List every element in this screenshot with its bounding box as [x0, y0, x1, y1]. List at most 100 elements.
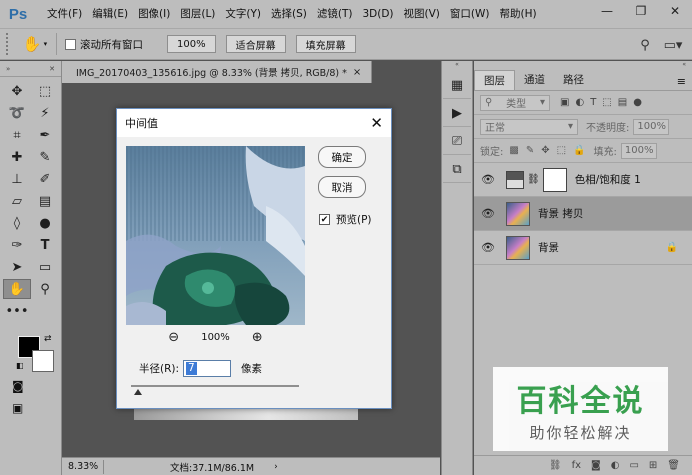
type-filter-icon[interactable]: T [590, 97, 596, 108]
blend-mode-select[interactable]: 正常 ▾ [480, 118, 578, 135]
lock-transparency-icon[interactable]: ▩ [509, 145, 518, 156]
tab-channels[interactable]: 通道 [515, 70, 554, 90]
crop-tool-icon[interactable]: ⌗ [3, 125, 31, 145]
menu-image[interactable]: 图像(I) [133, 0, 175, 28]
shape-tool-icon[interactable]: ▭ [31, 257, 59, 277]
layer-background-copy[interactable]: 👁 背景 拷贝 [474, 197, 692, 231]
close-button[interactable]: ✕ [658, 0, 692, 22]
trash-icon[interactable]: 🗑 [667, 460, 680, 471]
close-tab-icon[interactable]: × [353, 67, 361, 78]
path-select-tool-icon[interactable]: ➤ [3, 257, 31, 277]
gradient-tool-icon[interactable]: ▤ [31, 191, 59, 211]
type-tool-icon[interactable]: T [31, 235, 59, 255]
adjustment-filter-icon[interactable]: ◐ [575, 97, 584, 108]
magic-wand-tool-icon[interactable]: ⚡ [31, 103, 59, 123]
filter-kind-select[interactable]: ⚲ 类型 ▾ [480, 94, 550, 111]
tab-layers[interactable]: 图层 [474, 70, 515, 90]
background-color-swatch[interactable] [32, 350, 54, 372]
group-icon[interactable]: ▭ [629, 460, 638, 471]
lock-all-icon[interactable]: 🔒 [573, 145, 585, 156]
pen-tool-icon[interactable]: ✑ [3, 235, 31, 255]
healing-brush-tool-icon[interactable]: ✚ [3, 147, 31, 167]
minimize-button[interactable]: — [590, 0, 624, 22]
opacity-value[interactable]: 100% [633, 118, 670, 135]
menu-filter[interactable]: 滤镜(T) [312, 0, 358, 28]
fill-screen-button[interactable]: 填充屏幕 [295, 35, 356, 53]
dock-grip[interactable]: « [442, 61, 472, 71]
lock-position-icon[interactable]: ✥ [541, 145, 549, 156]
properties-panel-icon[interactable]: ⧉ [443, 157, 471, 183]
new-layer-icon[interactable]: ⊞ [649, 460, 657, 471]
status-zoom[interactable]: 8.33% [62, 459, 104, 474]
lock-artboard-icon[interactable]: ⬚ [557, 145, 566, 156]
marquee-tool-icon[interactable]: ⬚ [31, 81, 59, 101]
fill-value[interactable]: 100% [620, 142, 657, 159]
lock-pixels-icon[interactable]: ✎ [526, 145, 534, 156]
cancel-button[interactable]: 取消 [318, 176, 366, 198]
menu-window[interactable]: 窗口(W) [445, 0, 495, 28]
radius-slider-thumb[interactable] [134, 389, 142, 395]
hand-tool-icon[interactable]: ✋ [3, 279, 31, 299]
zoom-100-button[interactable]: 100% [167, 35, 216, 53]
preview-checkbox-row[interactable]: ✔ 预览(P) [319, 212, 372, 227]
filter-preview[interactable] [126, 146, 305, 325]
lasso-tool-icon[interactable]: ➰ [3, 103, 31, 123]
menu-view[interactable]: 视图(V) [399, 0, 445, 28]
menu-edit[interactable]: 编辑(E) [87, 0, 133, 28]
search-icon[interactable]: ⚲ [634, 34, 656, 56]
filter-toggle-icon[interactable]: ● [633, 97, 642, 108]
scroll-all-checkbox[interactable] [65, 38, 76, 50]
eye-icon[interactable]: 👁 [474, 173, 502, 186]
link-layers-icon[interactable]: ⛓ [549, 460, 562, 471]
fit-screen-button[interactable]: 适合屏幕 [225, 35, 286, 53]
menu-layer[interactable]: 图层(L) [175, 0, 220, 28]
layer-mask-thumbnail[interactable] [542, 167, 567, 192]
eraser-tool-icon[interactable]: ▱ [3, 191, 31, 211]
options-grip[interactable] [6, 33, 12, 55]
info-panel-icon[interactable]: ⎚ [443, 129, 471, 155]
eyedropper-tool-icon[interactable]: ✒ [31, 125, 59, 145]
menu-select[interactable]: 选择(S) [266, 0, 312, 28]
dodge-tool-icon[interactable]: ● [31, 213, 59, 233]
collapse-icon[interactable]: » [6, 65, 10, 73]
pixel-filter-icon[interactable]: ▣ [560, 97, 569, 108]
blur-tool-icon[interactable]: ◊ [3, 213, 31, 233]
screen-mode-icon[interactable]: ▣ [12, 401, 23, 415]
zoom-in-icon[interactable]: ⊕ [252, 330, 263, 345]
radius-input[interactable]: 7 [183, 360, 232, 377]
panel-menu-icon[interactable]: ≡ [677, 75, 686, 88]
hand-tool-preset[interactable]: ✋ ▾ [23, 33, 47, 55]
move-tool-icon[interactable]: ✥ [3, 81, 31, 101]
zoom-tool-icon[interactable]: ⚲ [31, 279, 59, 299]
tab-paths[interactable]: 路径 [554, 70, 593, 90]
layer-background[interactable]: 👁 背景 🔒 [474, 231, 692, 265]
menu-3d[interactable]: 3D(D) [357, 0, 398, 28]
default-colors-icon[interactable]: ◧ [16, 361, 24, 370]
restore-button[interactable]: ❐ [624, 0, 658, 22]
fx-icon[interactable]: fx [572, 460, 581, 471]
stamp-tool-icon[interactable]: ⊥ [3, 169, 31, 189]
workspace-icon[interactable]: ▭▾ [662, 34, 684, 56]
add-mask-icon[interactable]: ◙ [591, 460, 601, 471]
document-tab[interactable]: IMG_20170403_135616.jpg @ 8.33% (背景 拷贝, … [62, 61, 372, 83]
history-panel-icon[interactable]: ▦ [443, 73, 471, 99]
eye-icon[interactable]: 👁 [474, 241, 502, 254]
status-menu-icon[interactable]: › [274, 462, 278, 472]
history-brush-tool-icon[interactable]: ✐ [31, 169, 59, 189]
swap-colors-icon[interactable]: ⇄ [44, 334, 52, 344]
actions-panel-icon[interactable]: ▶ [443, 101, 471, 127]
quick-mask-icon[interactable]: ◙ [12, 379, 24, 393]
brush-tool-icon[interactable]: ✎ [31, 147, 59, 167]
zoom-out-icon[interactable]: ⊖ [168, 330, 179, 345]
close-panel-icon[interactable]: ✕ [49, 65, 55, 73]
menu-file[interactable]: 文件(F) [42, 0, 87, 28]
edit-toolbar-icon[interactable]: ••• [3, 301, 31, 321]
dialog-close-icon[interactable]: ✕ [370, 114, 383, 132]
eye-icon[interactable]: 👁 [474, 207, 502, 220]
radius-slider-track[interactable] [131, 385, 299, 387]
layer-hue-saturation[interactable]: 👁 ⛓ 色相/饱和度 1 [474, 163, 692, 197]
menu-help[interactable]: 帮助(H) [495, 0, 542, 28]
preview-checkbox[interactable]: ✔ [319, 214, 330, 225]
menu-type[interactable]: 文字(Y) [220, 0, 266, 28]
smart-filter-icon[interactable]: ▤ [618, 97, 627, 108]
